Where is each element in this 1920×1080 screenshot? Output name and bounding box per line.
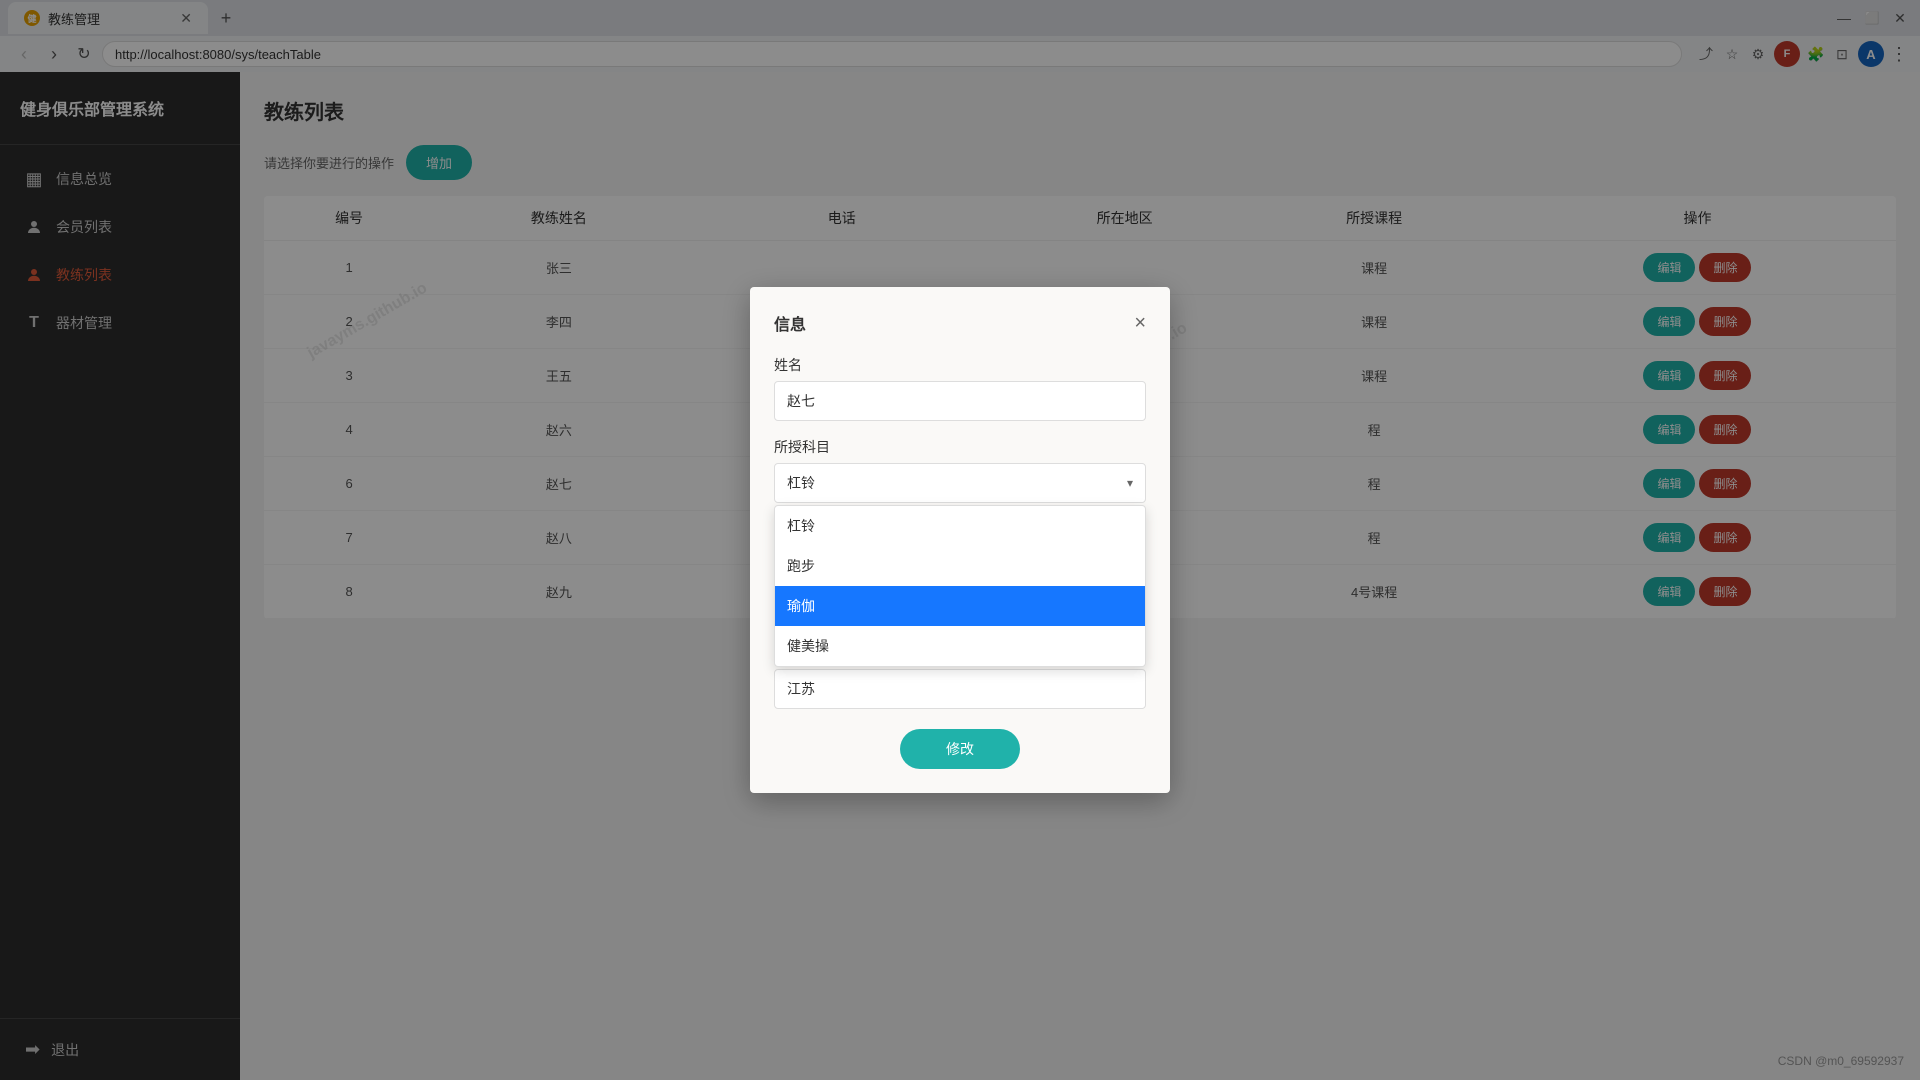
modal-close-button[interactable]: × bbox=[1134, 313, 1146, 333]
address-input[interactable] bbox=[774, 669, 1146, 709]
subject-selected-value: 杠铃 bbox=[787, 473, 815, 493]
subject-field-group: 所授科目 杠铃 ▾ 杠铃 跑步 瑜伽 健美操 bbox=[774, 437, 1146, 503]
modal-overlay: 信息 × 姓名 所授科目 杠铃 ▾ 杠铃 跑步 瑜伽 健美操 bbox=[0, 0, 1920, 1080]
name-field-group: 姓名 bbox=[774, 355, 1146, 421]
subject-dropdown: 杠铃 跑步 瑜伽 健美操 bbox=[774, 505, 1146, 667]
name-input[interactable] bbox=[774, 381, 1146, 421]
modal-title: 信息 bbox=[774, 311, 806, 335]
name-label: 姓名 bbox=[774, 355, 1146, 375]
modal-dialog: 信息 × 姓名 所授科目 杠铃 ▾ 杠铃 跑步 瑜伽 健美操 bbox=[750, 287, 1170, 793]
submit-button[interactable]: 修改 bbox=[900, 729, 1020, 769]
modal-header: 信息 × bbox=[774, 311, 1146, 335]
dropdown-item-1[interactable]: 跑步 bbox=[775, 546, 1145, 586]
subject-label: 所授科目 bbox=[774, 437, 1146, 457]
select-arrow-icon: ▾ bbox=[1127, 476, 1133, 490]
dropdown-item-0[interactable]: 杠铃 bbox=[775, 506, 1145, 546]
dropdown-item-3[interactable]: 健美操 bbox=[775, 626, 1145, 666]
subject-select-wrapper: 杠铃 ▾ 杠铃 跑步 瑜伽 健美操 bbox=[774, 463, 1146, 503]
dropdown-item-2[interactable]: 瑜伽 bbox=[775, 586, 1145, 626]
subject-select-display[interactable]: 杠铃 ▾ bbox=[774, 463, 1146, 503]
